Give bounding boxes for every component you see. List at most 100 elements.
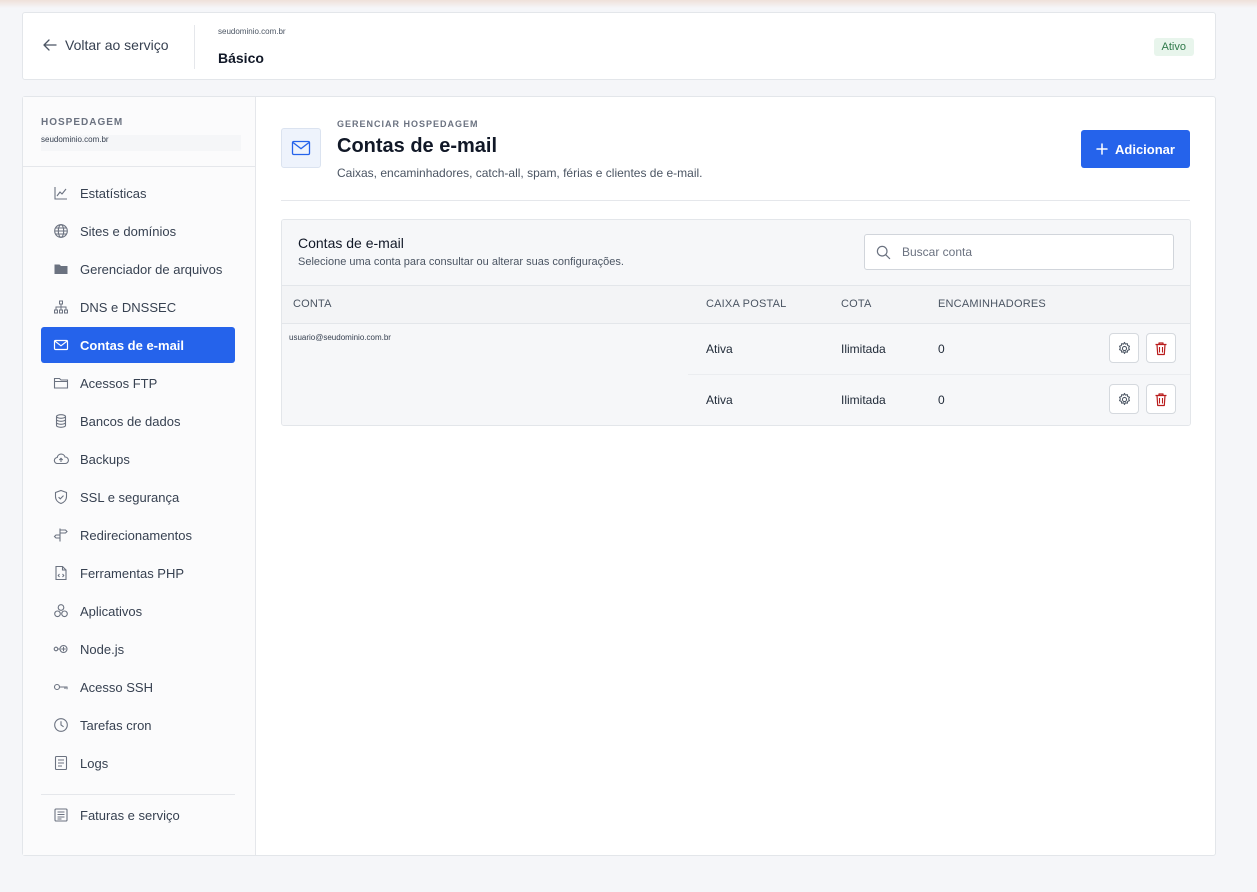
sidebar-item-label: Acesso SSH	[80, 679, 153, 695]
sidebar-item-acessos-ftp[interactable]: Acessos FTP	[41, 365, 235, 401]
sidebar-item-label: Bancos de dados	[80, 413, 181, 429]
sidebar-item-label: Estatísticas	[80, 185, 147, 201]
sidebar-item-label: Contas de e-mail	[80, 337, 185, 353]
sidebar-item-gerenciador-arquivos[interactable]: Gerenciador de arquivos	[41, 251, 235, 287]
header-divider	[194, 25, 195, 69]
sidebar-item-label: Backups	[80, 451, 130, 467]
sidebar-item-label: Sites e domínios	[80, 223, 177, 239]
chart-line-icon	[52, 185, 69, 202]
sidebar-item-estatisticas[interactable]: Estatísticas	[41, 175, 235, 211]
email-accounts-panel: Contas de e-mail Selecione uma conta par…	[281, 219, 1191, 426]
sidebar-item-ssl-seguranca[interactable]: SSL e segurança	[41, 479, 235, 515]
plan-name: Básico	[218, 50, 264, 66]
add-account-button[interactable]: Adicionar	[1081, 130, 1190, 168]
settings-button[interactable]	[1109, 384, 1139, 414]
service-header: Voltar ao serviço seudominio.com.br Bási…	[22, 12, 1216, 80]
page-subtitle: Caixas, encaminhadores, catch-all, spam,…	[337, 166, 703, 180]
sidebar-item-label: Redirecionamentos	[80, 527, 193, 543]
sidebar-domain: seudominio.com.br	[41, 135, 241, 151]
sidebar-item-bancos-dados[interactable]: Bancos de dados	[41, 403, 235, 439]
sidebar-item-label: Gerenciador de arquivos	[80, 261, 223, 277]
back-label: Voltar ao serviço	[65, 37, 169, 53]
search-input[interactable]	[900, 244, 1164, 260]
sidebar-item-contas-email[interactable]: Contas de e-mail	[41, 327, 235, 363]
trash-icon	[1155, 392, 1167, 406]
mail-icon	[52, 337, 69, 354]
top-shadow	[0, 0, 1257, 8]
sidebar-item-label: Logs	[80, 755, 109, 771]
sidebar-nav: Estatísticas Sites e domínios Gerenciado…	[41, 175, 235, 783]
panel-header: Contas de e-mail Selecione uma conta par…	[282, 220, 1190, 286]
column-header-caixa-postal: CAIXA POSTAL	[706, 298, 787, 310]
sidebar-item-label: DNS e DNSSEC	[80, 299, 177, 315]
sidebar-item-nodejs[interactable]: Node.js	[41, 631, 235, 667]
sidebar-item-label: Faturas e serviço	[80, 807, 180, 823]
sidebar-item-logs[interactable]: Logs	[41, 745, 235, 781]
account-cell[interactable]: usuario@seudominio.com.br	[282, 324, 688, 425]
quota-value: Ilimitada	[841, 342, 886, 356]
apps-icon	[52, 603, 69, 620]
sidebar-item-label: Tarefas cron	[80, 717, 152, 733]
sidebar-bottom-nav: Faturas e serviço	[41, 797, 235, 835]
folder-icon	[52, 261, 69, 278]
sidebar-item-label: Node.js	[80, 641, 125, 657]
forwarders-count: 0	[938, 393, 945, 407]
panel-title: Contas de e-mail	[298, 235, 404, 251]
sidebar-section-label: HOSPEDAGEM	[41, 117, 124, 128]
back-to-service-button[interactable]: Voltar ao serviço	[43, 37, 169, 53]
table-row[interactable]: Ativa Ilimitada 0	[688, 375, 1190, 425]
delete-button[interactable]	[1146, 384, 1176, 414]
table-row[interactable]: Ativa Ilimitada 0	[688, 324, 1190, 375]
database-icon	[52, 413, 69, 430]
page-eyebrow: GERENCIAR HOSPEDAGEM	[337, 119, 479, 129]
plus-icon	[1096, 143, 1108, 155]
panel-subtitle: Selecione uma conta para consultar ou al…	[298, 256, 624, 268]
node-icon	[52, 641, 69, 658]
shield-icon	[52, 489, 69, 506]
table-header: CONTA CAIXA POSTAL COTA ENCAMINHADORES	[282, 286, 1190, 324]
account-email: usuario@seudominio.com.br	[289, 333, 391, 342]
sidebar-bottom-divider	[41, 794, 235, 795]
quota-value: Ilimitada	[841, 393, 886, 407]
sidebar-item-faturas-servico[interactable]: Faturas e serviço	[41, 797, 235, 833]
log-icon	[52, 755, 69, 772]
sidebar: HOSPEDAGEM seudominio.com.br Estatística…	[23, 97, 256, 855]
arrow-left-icon	[43, 39, 57, 51]
sidebar-item-aplicativos[interactable]: Aplicativos	[41, 593, 235, 629]
signpost-icon	[52, 527, 69, 544]
sidebar-divider	[23, 166, 255, 167]
sidebar-item-redirecionamentos[interactable]: Redirecionamentos	[41, 517, 235, 553]
sidebar-item-dns[interactable]: DNS e DNSSEC	[41, 289, 235, 325]
header-domain: seudominio.com.br	[218, 27, 286, 36]
clock-icon	[52, 717, 69, 734]
file-code-icon	[52, 565, 69, 582]
forwarders-count: 0	[938, 342, 945, 356]
sidebar-item-tarefas-cron[interactable]: Tarefas cron	[41, 707, 235, 743]
search-box	[864, 234, 1174, 270]
sidebar-item-sites-dominios[interactable]: Sites e domínios	[41, 213, 235, 249]
sidebar-item-acesso-ssh[interactable]: Acesso SSH	[41, 669, 235, 705]
sidebar-item-ferramentas-php[interactable]: Ferramentas PHP	[41, 555, 235, 591]
column-header-cota: COTA	[841, 298, 872, 310]
sidebar-item-backups[interactable]: Backups	[41, 441, 235, 477]
gear-icon	[1118, 392, 1130, 405]
globe-icon	[52, 223, 69, 240]
cloud-upload-icon	[52, 451, 69, 468]
search-icon	[876, 245, 891, 259]
mailbox-status: Ativa	[706, 393, 733, 407]
sidebar-item-label: SSL e segurança	[80, 489, 180, 505]
sidebar-item-label: Ferramentas PHP	[80, 565, 185, 581]
sidebar-item-label: Acessos FTP	[80, 375, 158, 391]
sidebar-item-label: Aplicativos	[80, 603, 143, 619]
network-icon	[52, 299, 69, 316]
status-badge: Ativo	[1153, 38, 1194, 56]
main-content: GERENCIAR HOSPEDAGEM Contas de e-mail Ca…	[255, 97, 1215, 855]
add-button-label: Adicionar	[1115, 141, 1175, 157]
settings-button[interactable]	[1109, 333, 1139, 363]
main-panel: HOSPEDAGEM seudominio.com.br Estatística…	[22, 96, 1216, 856]
delete-button[interactable]	[1146, 333, 1176, 363]
invoice-icon	[52, 807, 69, 824]
mail-icon	[281, 128, 321, 168]
gear-icon	[1118, 341, 1130, 354]
key-icon	[52, 679, 69, 696]
